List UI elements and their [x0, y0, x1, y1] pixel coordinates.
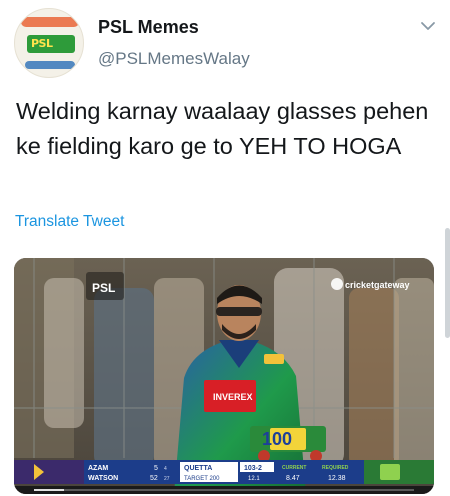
tweet-media-image[interactable]: INVEREX 100 PSL cricketgateway AZAM WATS…: [14, 258, 434, 494]
avatar-logo-text: PSL: [31, 37, 53, 50]
overs: 12.1: [248, 476, 260, 482]
cricket-scene: INVEREX 100 PSL cricketgateway AZAM WATS…: [14, 258, 434, 494]
hundred-sign-text: 100: [262, 429, 292, 449]
current-rate-label: CURRENT: [282, 465, 306, 471]
required-rate-label: REQUIRED: [322, 465, 349, 471]
batsman-1-score: 5: [154, 465, 158, 472]
psl-watermark: PSL: [92, 281, 115, 295]
display-name[interactable]: PSL Memes: [98, 17, 199, 38]
batsman-1-balls: 4: [164, 466, 167, 472]
channel-watermark: cricketgateway: [345, 280, 410, 290]
batting-team: QUETTA: [184, 465, 212, 472]
target-label: TARGET 200: [184, 476, 220, 482]
tweet-text: Welding karnay waalaay glasses pehen ke …: [16, 98, 429, 159]
chevron-down-icon[interactable]: [420, 18, 436, 34]
current-rate: 8.47: [286, 475, 300, 482]
batsman-2-score: 52: [150, 475, 158, 482]
sponsor-text: INVEREX: [213, 392, 253, 402]
team-score: 103-2: [244, 465, 262, 472]
avatar-decoration: [21, 17, 79, 27]
page-scrollbar[interactable]: [445, 228, 450, 338]
batsman-2-balls: 27: [164, 476, 170, 482]
avatar[interactable]: PSL: [14, 8, 84, 78]
batsman-1-name: AZAM: [88, 465, 108, 472]
tweet-header: PSL PSL Memes @PSLMemesWalay: [0, 0, 450, 90]
user-handle[interactable]: @PSLMemesWalay: [98, 49, 250, 69]
batsman-2-name: WATSON: [88, 475, 118, 482]
required-rate: 12.38: [328, 475, 346, 482]
avatar-decoration: [25, 61, 75, 69]
translate-tweet-link[interactable]: Translate Tweet: [15, 213, 124, 231]
